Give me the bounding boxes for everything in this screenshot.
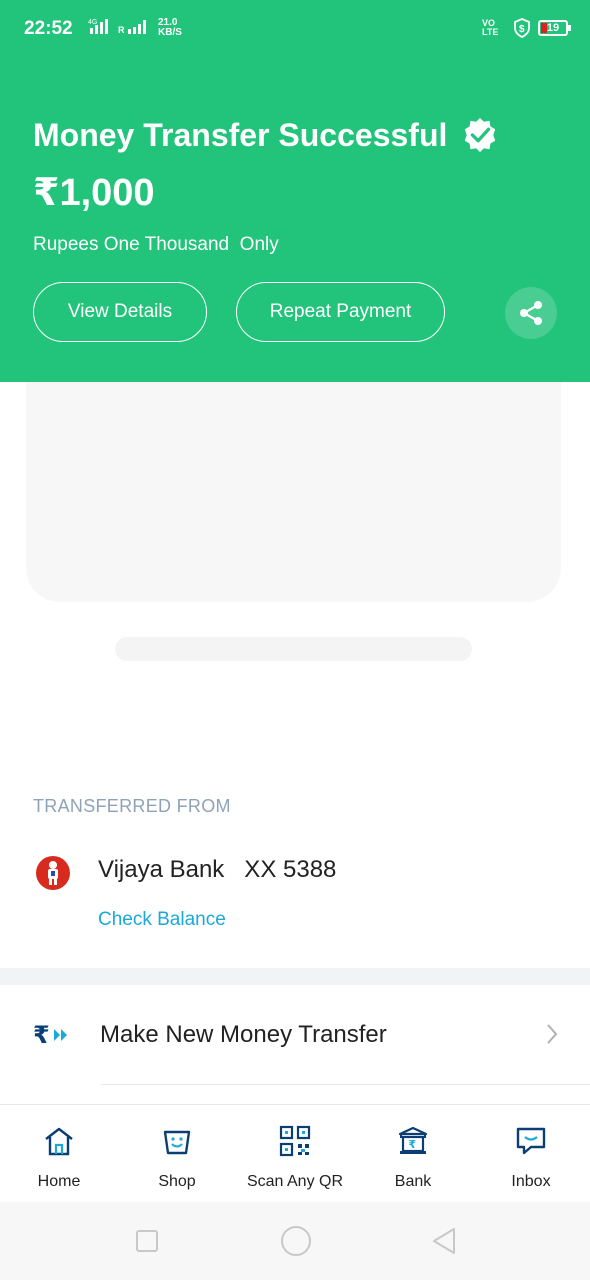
signal-4g-icon: 4G	[88, 19, 108, 34]
signal-indicators: 4G R	[84, 18, 154, 36]
check-balance-link[interactable]: Check Balance	[98, 909, 226, 931]
nav-scan-qr-label: Scan Any QR	[246, 1173, 344, 1190]
nav-scan-qr[interactable]: Scan Any QR	[236, 1105, 354, 1203]
verified-badge-icon	[465, 117, 496, 153]
battery-indicator: 19	[538, 20, 571, 36]
nav-bank[interactable]: ₹ Bank	[354, 1105, 472, 1203]
shield-dollar-icon: $	[514, 18, 530, 38]
qr-icon	[279, 1125, 311, 1157]
row-separator	[100, 1084, 590, 1085]
section-divider	[0, 968, 590, 985]
success-header: Money Transfer Successful ₹1,000 Rupees …	[0, 60, 590, 382]
share-icon	[520, 301, 542, 325]
double-chevron-icon	[53, 1029, 67, 1041]
source-bank-account: Vijaya Bank XX 5388	[98, 856, 337, 883]
loading-placeholder-line	[115, 637, 472, 661]
nav-inbox[interactable]: Inbox	[472, 1105, 590, 1203]
rupee-transfer-icon: ₹	[33, 1021, 70, 1049]
make-new-transfer-label: Make New Money Transfer	[100, 1021, 387, 1048]
nav-inbox-label: Inbox	[511, 1173, 551, 1190]
home-system-button[interactable]	[281, 1226, 311, 1256]
status-time: 22:52	[24, 18, 73, 39]
net-speed-unit: KB/S	[158, 27, 182, 38]
shop-bag-icon	[163, 1130, 191, 1155]
chevron-right-icon	[547, 1024, 558, 1044]
bottom-nav: Home Shop Scan Any QR ₹ Bank Inbox	[0, 1104, 590, 1202]
amount-in-words: Rupees One Thousand Only	[33, 234, 279, 255]
signal-roaming-icon: R	[118, 20, 146, 35]
volte-badge: VO LTE	[482, 18, 499, 37]
make-new-transfer-row[interactable]: ₹ Make New Money Transfer	[0, 985, 590, 1085]
status-bar: 22:52 4G R 21.0 KB/S VO LTE $ 19	[0, 0, 590, 60]
svg-text:$: $	[519, 24, 525, 35]
page-title: Money Transfer Successful	[33, 116, 448, 153]
share-button[interactable]	[505, 287, 557, 339]
home-icon	[45, 1127, 73, 1156]
net-4g-label: 4G	[88, 19, 97, 26]
vijaya-bank-logo-icon	[36, 856, 70, 890]
inbox-chat-icon	[516, 1127, 546, 1155]
battery-level: 19	[546, 22, 560, 34]
net-speed: 21.0 KB/S	[158, 18, 182, 38]
nav-bank-label: Bank	[394, 1173, 432, 1190]
title-row: Money Transfer Successful	[33, 116, 499, 154]
transfer-amount: ₹1,000	[33, 172, 155, 214]
bank-mascot-icon	[48, 861, 58, 885]
nav-shop[interactable]: Shop	[118, 1105, 236, 1203]
bank-icon: ₹	[398, 1126, 428, 1154]
roaming-label: R	[118, 25, 125, 35]
nav-shop-label: Shop	[158, 1173, 196, 1190]
nav-home[interactable]: Home	[0, 1105, 118, 1203]
svg-text:₹: ₹	[409, 1138, 417, 1151]
back-triangle-icon[interactable]	[430, 1226, 458, 1256]
loading-placeholder-card	[26, 382, 561, 602]
view-details-button[interactable]: View Details	[33, 282, 207, 342]
nav-home-label: Home	[37, 1173, 81, 1190]
system-nav-bar	[0, 1202, 590, 1280]
status-right: VO LTE $ 19	[482, 18, 571, 38]
repeat-payment-button[interactable]: Repeat Payment	[236, 282, 445, 342]
recents-button[interactable]	[136, 1230, 158, 1252]
transferred-from-label: TRANSFERRED FROM	[33, 796, 231, 816]
